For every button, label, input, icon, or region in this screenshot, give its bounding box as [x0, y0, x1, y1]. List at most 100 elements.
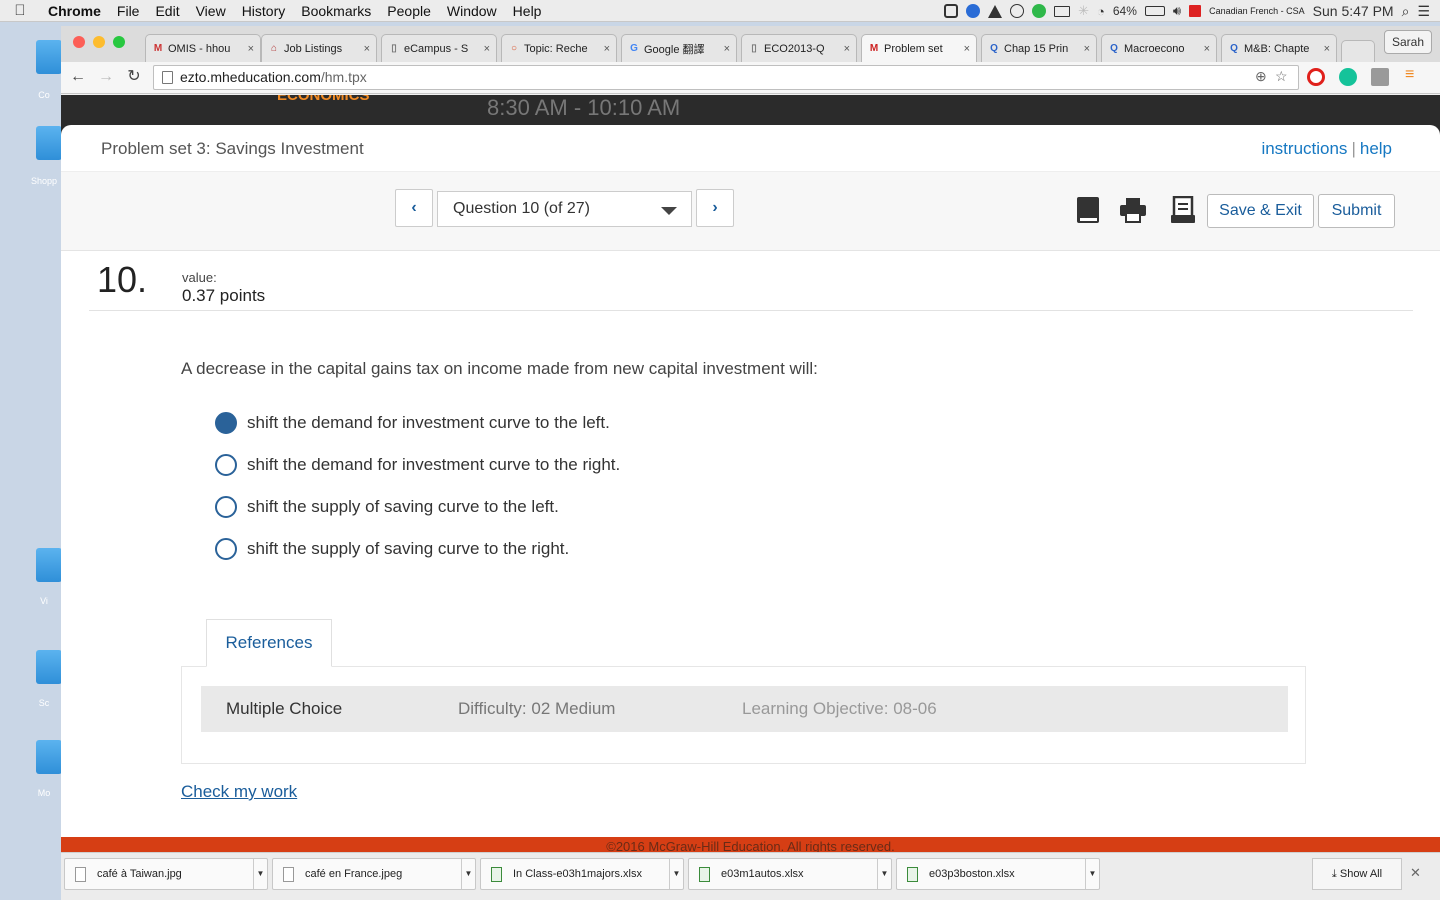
minimize-window-button[interactable] — [93, 36, 105, 48]
download-menu-icon[interactable]: ▼ — [461, 859, 475, 889]
browser-tab[interactable]: ⌂ Job Listings × — [261, 34, 377, 62]
clock-tray-icon[interactable] — [1010, 4, 1025, 18]
answer-option[interactable]: shift the demand for investment curve to… — [215, 453, 620, 477]
browser-tab[interactable]: M Problem set × — [861, 34, 977, 62]
tab-close-icon[interactable]: × — [1204, 43, 1210, 55]
notification-center-icon[interactable]: ☰ — [1417, 3, 1430, 20]
menu-help[interactable]: Help — [505, 3, 550, 19]
next-question-button[interactable]: › — [696, 189, 734, 227]
browser-tab[interactable]: G Google 翻譯 × — [621, 34, 737, 62]
apple-menu-icon[interactable]:  — [0, 2, 40, 19]
desktop-folder-icon[interactable] — [36, 40, 62, 74]
download-item[interactable]: café en France.jpeg ▼ — [272, 858, 476, 890]
grammarly-extension-icon[interactable] — [1339, 68, 1357, 86]
radio-button[interactable] — [215, 538, 237, 560]
desktop-folder-icon[interactable] — [36, 126, 62, 160]
menu-edit[interactable]: Edit — [147, 3, 187, 19]
browser-tab[interactable]: ▯ eCampus - S × — [381, 34, 497, 62]
radio-button[interactable] — [215, 496, 237, 518]
bluetooth-icon[interactable]: ✳ — [1078, 3, 1089, 19]
spotlight-search-icon[interactable]: ⌕ — [1402, 3, 1410, 20]
check-my-work-link[interactable]: Check my work — [181, 782, 297, 802]
opera-extension-icon[interactable] — [1307, 68, 1325, 86]
answer-option[interactable]: shift the supply of saving curve to the … — [215, 495, 559, 519]
browser-tab[interactable]: Q Chap 15 Prin × — [981, 34, 1097, 62]
browser-tab[interactable]: M OMIS - hhou × — [145, 34, 261, 62]
app-tray-icon[interactable] — [966, 4, 981, 18]
desktop-folder-icon[interactable] — [36, 650, 62, 684]
drive-extension-icon[interactable] — [1371, 68, 1389, 86]
menu-app-chrome[interactable]: Chrome — [40, 3, 109, 19]
radio-selected[interactable] — [215, 412, 237, 434]
airplay-icon[interactable] — [1054, 5, 1071, 17]
address-bar[interactable]: ezto.mheducation.com/hm.tpx — [153, 65, 1299, 90]
zoom-window-button[interactable] — [113, 36, 125, 48]
input-source[interactable]: Canadian French - CSA — [1209, 6, 1305, 16]
bookmark-star-icon[interactable]: ☆ — [1275, 68, 1288, 85]
menu-people[interactable]: People — [379, 3, 439, 19]
tab-close-icon[interactable]: × — [484, 43, 490, 55]
menubar-clock[interactable]: Sun 5:47 PM — [1313, 3, 1394, 19]
menu-history[interactable]: History — [234, 3, 294, 19]
show-all-downloads-button[interactable]: ⤓ Show All — [1312, 858, 1402, 890]
print-icon[interactable] — [1119, 196, 1147, 224]
download-menu-icon[interactable]: ▼ — [1085, 859, 1099, 889]
flag-icon[interactable] — [1189, 5, 1202, 17]
desktop-folder-icon[interactable] — [36, 548, 62, 582]
download-item[interactable]: e03p3boston.xlsx ▼ — [896, 858, 1100, 890]
instructions-link[interactable]: instructions — [1261, 139, 1347, 158]
battery-icon[interactable] — [1144, 6, 1165, 16]
tab-close-icon[interactable]: × — [844, 43, 850, 55]
wifi-icon[interactable]: ◔ — [1097, 4, 1105, 19]
desktop-folder-icon[interactable] — [36, 740, 62, 774]
tab-close-icon[interactable]: × — [604, 43, 610, 55]
answer-option[interactable]: shift the supply of saving curve to the … — [215, 537, 569, 561]
shield-tray-icon[interactable] — [944, 4, 959, 18]
download-menu-icon[interactable]: ▼ — [669, 859, 683, 889]
download-item[interactable]: café à Taiwan.jpg ▼ — [64, 858, 268, 890]
help-link[interactable]: help — [1360, 139, 1392, 158]
download-menu-icon[interactable]: ▼ — [877, 859, 891, 889]
save-exit-button[interactable]: Save & Exit — [1207, 194, 1314, 228]
image-file-icon — [75, 867, 86, 882]
radio-button[interactable] — [215, 454, 237, 476]
menu-file[interactable]: File — [109, 3, 148, 19]
prev-question-button[interactable]: ‹ — [395, 189, 433, 227]
back-arrow-icon[interactable]: ← — [67, 66, 89, 88]
zoom-icon[interactable]: ⊕ — [1255, 68, 1267, 85]
tab-close-icon[interactable]: × — [1084, 43, 1090, 55]
new-tab-button[interactable] — [1341, 40, 1375, 62]
tab-close-icon[interactable]: × — [248, 43, 254, 55]
tab-close-icon[interactable]: × — [364, 43, 370, 55]
reload-icon[interactable]: ↻ — [123, 66, 145, 88]
menu-window[interactable]: Window — [439, 3, 505, 19]
profile-button[interactable]: Sarah — [1383, 30, 1432, 54]
download-menu-icon[interactable]: ▼ — [253, 859, 267, 889]
chrome-menu-icon[interactable]: ≡ — [1405, 66, 1414, 84]
download-item[interactable]: In Class-e03h1majors.xlsx ▼ — [480, 858, 684, 890]
browser-tab[interactable]: Q M&B: Chapte × — [1221, 34, 1337, 62]
tab-close-icon[interactable]: × — [964, 43, 970, 55]
line-tray-icon[interactable] — [1032, 4, 1047, 18]
tab-references[interactable]: References — [206, 619, 332, 667]
answer-option[interactable]: shift the demand for investment curve to… — [215, 411, 610, 435]
volume-icon[interactable]: 🔊︎ — [1173, 3, 1181, 19]
close-window-button[interactable] — [73, 36, 85, 48]
tab-close-icon[interactable]: × — [724, 43, 730, 55]
question-select[interactable]: Question 10 (of 27) — [437, 191, 692, 227]
drive-tray-icon[interactable] — [988, 4, 1003, 18]
ebook-icon[interactable] — [1076, 196, 1100, 224]
close-shelf-icon[interactable]: ✕ — [1410, 865, 1421, 881]
menu-view[interactable]: View — [188, 3, 234, 19]
browser-tab[interactable]: Q Macroecono × — [1101, 34, 1217, 62]
menu-bookmarks[interactable]: Bookmarks — [293, 3, 379, 19]
page-title: Problem set 3: Savings Investment — [101, 139, 364, 158]
tab-close-icon[interactable]: × — [1324, 43, 1330, 55]
divider — [89, 310, 1413, 311]
forward-arrow-icon[interactable]: → — [95, 66, 117, 88]
browser-tab[interactable]: ▯ ECO2013-Q × — [741, 34, 857, 62]
browser-tab[interactable]: ○ Topic: Reche × — [501, 34, 617, 62]
download-item[interactable]: e03m1autos.xlsx ▼ — [688, 858, 892, 890]
submit-button[interactable]: Submit — [1318, 194, 1395, 228]
report-icon[interactable] — [1171, 196, 1195, 224]
